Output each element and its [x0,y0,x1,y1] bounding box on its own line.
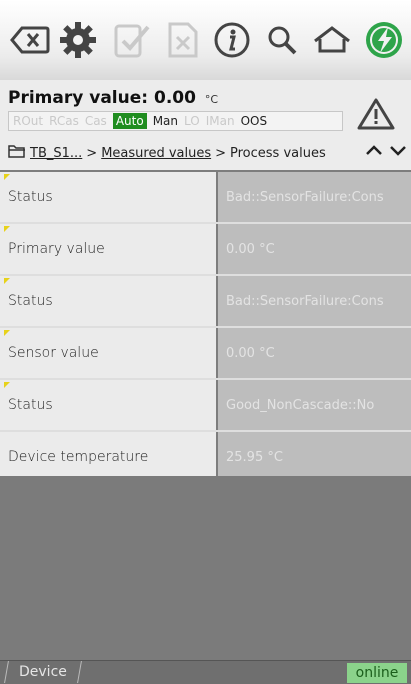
primary-value: Primary value: 0.00 °C [8,88,218,108]
row-value: Bad::SensorFailure:Cons [218,172,411,222]
gear-icon[interactable] [56,18,100,62]
mode-auto: Auto [112,113,147,129]
row-value: Bad::SensorFailure:Cons [218,276,411,326]
table-row[interactable]: Status Bad::SensorFailure:Cons [0,172,411,224]
status-flag-icon [4,226,10,232]
primary-value-number: 0.00 [153,88,196,108]
status-flag-icon [4,174,10,180]
breadcrumb-item-process-values: Process values [230,145,326,161]
home-icon[interactable] [310,18,354,62]
status-flag-icon [4,382,10,388]
mode-rcas: RCas [49,114,79,128]
backspace-icon[interactable] [8,18,52,62]
breadcrumb-separator: > [215,145,227,161]
toolbar [0,0,411,81]
row-value: 25.95 °C [218,432,411,482]
primary-value-label: Primary value: [8,88,149,108]
mode-rout: ROut [13,114,44,128]
warning-icon[interactable] [356,96,396,132]
status-flag-icon [4,278,10,284]
mode-iman: IMan [205,114,235,128]
row-label: Status [0,380,216,430]
status-bar: Device online [0,660,411,684]
breadcrumb-item-measured-values[interactable]: Measured values [101,146,211,161]
connection-status-badge: online [347,663,407,683]
parameter-table: Status Bad::SensorFailure:Cons Primary v… [0,172,411,484]
row-value: Good_NonCascade::No [218,380,411,430]
info-icon[interactable] [210,18,254,62]
mode-cas: Cas [84,114,107,128]
mode-oos: OOS [240,114,268,128]
breadcrumb-item-tb[interactable]: TB_S1... [30,146,82,161]
row-label: Status [0,276,216,326]
row-value: 0.00 °C [218,224,411,274]
cancel-icon[interactable] [160,18,204,62]
power-icon[interactable] [362,18,406,62]
header-panel: Primary value: 0.00 °C ROut RCas Cas Aut… [0,80,411,170]
row-label: Device temperature [0,432,216,482]
row-value: 0.00 °C [218,328,411,378]
tab-device[interactable]: Device [4,661,82,683]
navigation-arrows [365,142,407,161]
mode-man: Man [152,114,178,128]
row-label: Primary value [0,224,216,274]
check-icon[interactable] [110,18,154,62]
mode-lo: LO [184,114,200,128]
breadcrumb-separator: > [86,145,98,161]
breadcrumb: TB_S1... > Measured values > Process val… [8,144,326,162]
table-row[interactable]: Status Good_NonCascade::No [0,380,411,432]
mode-bar: ROut RCas Cas Auto Man LO IMan OOS [8,111,343,131]
tab-device-label: Device [19,664,67,680]
row-label: Status [0,172,216,222]
search-icon[interactable] [260,18,304,62]
row-label: Sensor value [0,328,216,378]
table-row[interactable]: Status Bad::SensorFailure:Cons [0,276,411,328]
primary-value-unit: °C [204,93,219,106]
table-row[interactable]: Sensor value 0.00 °C [0,328,411,380]
table-row[interactable]: Primary value 0.00 °C [0,224,411,276]
empty-area [0,476,411,660]
folder-icon [8,144,26,162]
status-flag-icon [4,330,10,336]
chevron-down-icon[interactable] [389,142,407,161]
chevron-up-icon[interactable] [365,142,383,161]
